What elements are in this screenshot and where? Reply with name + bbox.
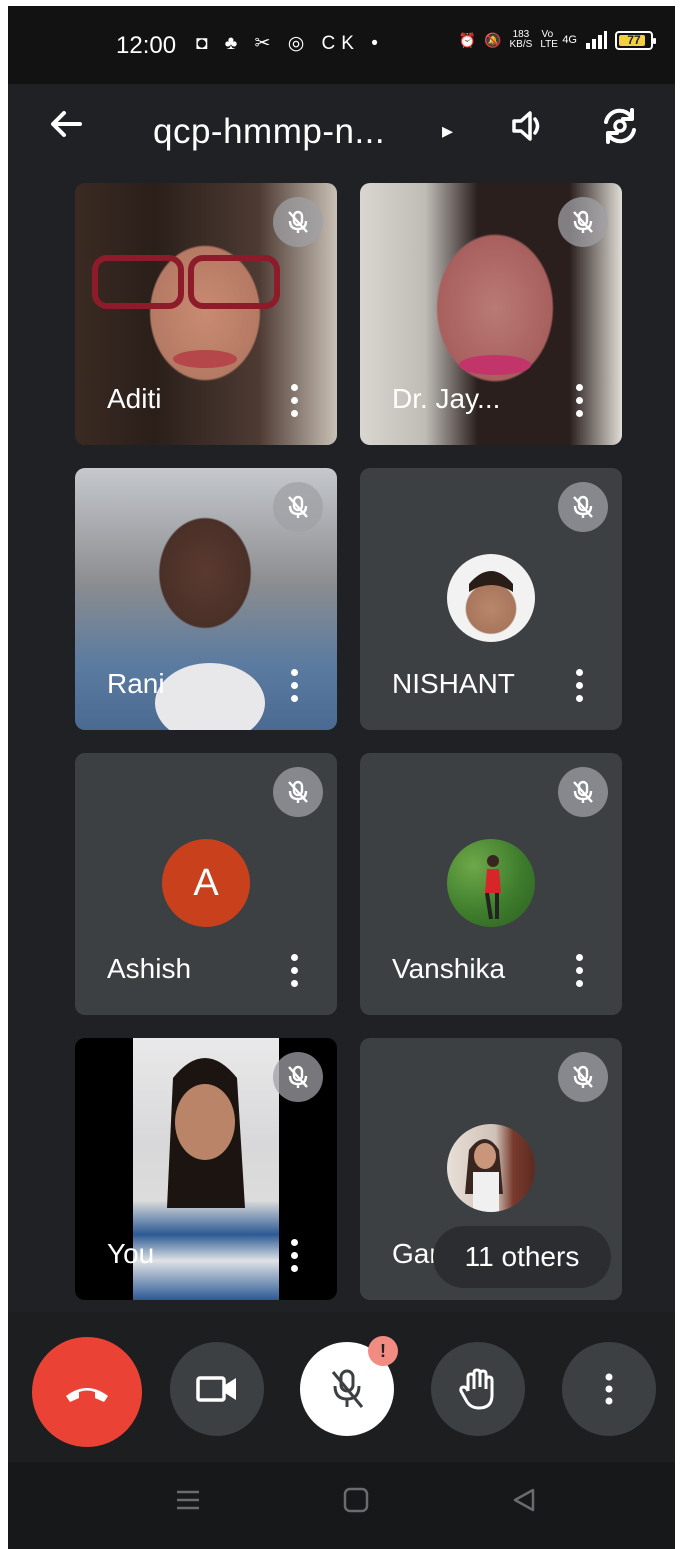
mic-off-icon (558, 482, 608, 532)
profile-photo-avatar (447, 1124, 535, 1212)
participant-tile-vanshika[interactable]: Vanshika (360, 753, 622, 1015)
mic-off-icon (273, 197, 323, 247)
phone-screen: 12:00 ◘ ♣ ✂ ◎ CK • ⏰ 🔕 183 KB/S Vo LTE 4… (8, 6, 675, 1549)
mute-notification-icon: 🔕 (484, 31, 502, 48)
mic-off-icon (558, 767, 608, 817)
participant-tile-aditi[interactable]: Aditi (75, 183, 337, 445)
net-speed: 183 KB/S (509, 29, 533, 50)
video-camera-icon (196, 1376, 236, 1402)
status-right: ⏰ 🔕 183 KB/S Vo LTE 4G 77 (458, 29, 656, 50)
mic-off-icon (273, 1052, 323, 1102)
signal-icon (586, 31, 607, 49)
participant-name: Dr. Jay... (392, 383, 501, 414)
mic-off-icon (273, 482, 323, 532)
end-call-button[interactable] (32, 1337, 142, 1447)
call-header: qcp-hmmp-n... ▸ (8, 84, 675, 174)
more-vert-icon (605, 1373, 613, 1405)
notification-icons: ◘ ♣ ✂ ◎ CK • (196, 33, 384, 54)
back-icon[interactable] (510, 1486, 538, 1519)
alarm-icon: ⏰ (458, 31, 477, 48)
more-options-icon[interactable] (576, 954, 584, 987)
hang-up-icon (66, 1388, 108, 1402)
participant-name: You (107, 1238, 155, 1269)
speaker-icon[interactable] (508, 106, 548, 151)
more-options-icon[interactable] (576, 384, 584, 417)
call-controls: ! (8, 1312, 675, 1462)
status-bar: 12:00 ◘ ♣ ✂ ◎ CK • ⏰ 🔕 183 KB/S Vo LTE 4… (8, 6, 675, 84)
participant-name: NISHANT (392, 668, 515, 699)
mic-warning-badge: ! (368, 1336, 398, 1366)
profile-photo-avatar (447, 839, 535, 927)
raise-hand-button[interactable] (431, 1342, 525, 1436)
more-options-icon[interactable] (576, 669, 584, 702)
participant-name: Vanshika (392, 953, 506, 984)
battery-icon: 77 (615, 30, 656, 50)
mic-off-icon (558, 1052, 608, 1102)
participant-tile-dr-jay[interactable]: Dr. Jay... (360, 183, 622, 445)
others-count-pill[interactable]: 11 others (433, 1226, 611, 1288)
hand-icon (459, 1368, 494, 1410)
network-label: 4G (562, 34, 577, 46)
mic-off-icon (558, 197, 608, 247)
more-options-button[interactable] (562, 1342, 656, 1436)
participant-name: Rani (107, 668, 165, 699)
more-options-icon[interactable] (291, 384, 299, 417)
more-options-icon[interactable] (291, 669, 299, 702)
participant-tile-rani[interactable]: Rani (75, 468, 337, 730)
more-options-icon[interactable] (291, 954, 299, 987)
status-time: 12:00 (116, 32, 177, 59)
menu-icon[interactable] (174, 1486, 202, 1519)
home-icon[interactable] (342, 1486, 370, 1519)
camera-toggle-button[interactable] (170, 1342, 264, 1436)
mic-off-icon (273, 767, 323, 817)
participant-tile-ashish[interactable]: A Ashish (75, 753, 337, 1015)
more-options-icon[interactable] (291, 1239, 299, 1272)
switch-camera-icon[interactable] (598, 104, 642, 153)
volte-label: Vo LTE (540, 29, 558, 50)
letter-avatar: A (162, 839, 250, 927)
meeting-code[interactable]: qcp-hmmp-n... (153, 112, 385, 152)
participant-tile-nishant[interactable]: NISHANT (360, 468, 622, 730)
participant-name: Ashish (107, 953, 192, 984)
meeting-details-caret-icon[interactable]: ▸ (442, 118, 453, 144)
microphone-toggle-button[interactable]: ! (300, 1336, 398, 1436)
mic-off-icon (331, 1369, 364, 1408)
self-video (133, 1038, 279, 1300)
back-arrow-icon[interactable] (48, 106, 84, 152)
participant-name: Aditi (107, 383, 162, 414)
system-navigation-bar (8, 1462, 675, 1549)
participant-tile-you[interactable]: You (75, 1038, 337, 1300)
profile-photo-avatar (447, 554, 535, 642)
